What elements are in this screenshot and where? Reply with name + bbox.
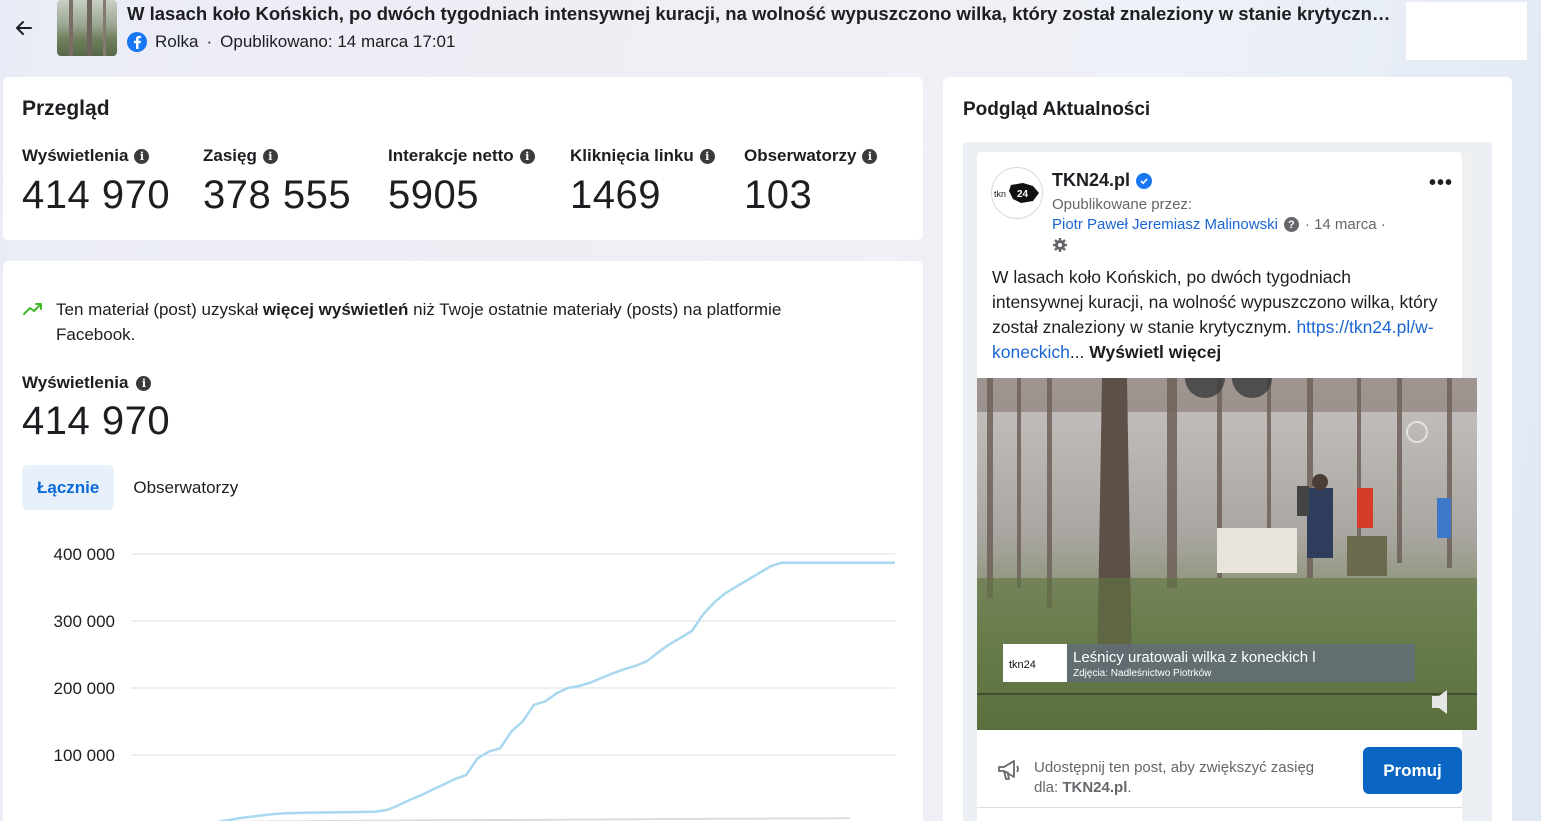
- overview-title: Przegląd: [22, 97, 110, 120]
- arrow-left-icon: [16, 21, 32, 35]
- question-icon[interactable]: ?: [1283, 217, 1299, 232]
- page-avatar[interactable]: tkn 24: [991, 167, 1043, 219]
- metric-followers: Obserwatorzy i 103: [744, 146, 878, 218]
- published-by-label: Opublikowane przez:: [1052, 196, 1193, 213]
- tab-followers[interactable]: Obserwatorzy: [118, 465, 253, 510]
- insight-message: Ten materiał (post) uzyskał więcej wyświ…: [22, 297, 842, 347]
- header-blank-area: [1406, 2, 1527, 60]
- views-value: 414 970: [22, 399, 171, 443]
- facebook-icon: [127, 32, 147, 52]
- trending-up-icon: [22, 297, 44, 347]
- metric-value: 1469: [570, 173, 661, 217]
- page-name[interactable]: TKN24.pl: [1052, 170, 1130, 191]
- y-tick-label: 200 000: [54, 679, 115, 698]
- views-label: Wyświetlenia: [22, 373, 129, 392]
- series-line-total[interactable]: [217, 561, 895, 821]
- post-meta: Rolka · Opublikowano: 14 marca 17:01: [127, 32, 455, 52]
- metric-views: Wyświetlenia i 414 970: [22, 146, 170, 218]
- verified-badge-icon: [1136, 172, 1153, 189]
- metric-reach: Zasięg i 378 555: [203, 146, 351, 218]
- back-button[interactable]: [10, 14, 38, 42]
- text-scrollbar[interactable]: [1462, 152, 1470, 378]
- preview-post: tkn 24 TKN24.pl Opublikowane przez: Piot…: [977, 152, 1477, 821]
- metric-label: Wyświetlenia: [22, 146, 129, 165]
- feed-preview-card: Podgląd Aktualności tkn 24 TKN24.pl Opub…: [943, 77, 1512, 821]
- views-line-chart: 100 000 200 000 300 000 400 000: [54, 545, 895, 821]
- metric-value: 103: [744, 173, 813, 217]
- metric-label: Zasięg: [203, 146, 257, 165]
- author-line: Piotr Paweł Jeremiasz Malinowski ? · 14 …: [1052, 216, 1386, 233]
- info-icon[interactable]: i: [519, 148, 535, 164]
- svg-text:tkn: tkn: [994, 189, 1006, 199]
- preview-frame: tkn 24 TKN24.pl Opublikowane przez: Piot…: [963, 142, 1492, 821]
- y-tick-label: 300 000: [54, 612, 115, 631]
- svg-text:Zdjęcia: Nadleśnictwo Piotrków: Zdjęcia: Nadleśnictwo Piotrków: [1073, 668, 1212, 679]
- metric-label: Interakcje netto: [388, 146, 514, 165]
- author-link[interactable]: Piotr Paweł Jeremiasz Malinowski: [1052, 216, 1278, 233]
- metric-value: 5905: [388, 173, 479, 217]
- gear-icon[interactable]: [1052, 237, 1068, 258]
- preview-title: Podgląd Aktualności: [963, 99, 1151, 120]
- post-type: Rolka: [155, 32, 199, 51]
- post-title: W lasach koło Końskich, po dwóch tygodni…: [127, 3, 1399, 24]
- see-more-link[interactable]: Wyświetl więcej: [1089, 342, 1221, 362]
- video-frame-image: tkn24 Leśnicy uratowali wilka z koneckic…: [977, 378, 1477, 730]
- overview-card: Przegląd Wyświetlenia i 414 970 Zasięg i 3…: [3, 77, 923, 240]
- metric-value: 414 970: [22, 173, 171, 217]
- tab-total[interactable]: Łącznie: [22, 465, 115, 510]
- post-thumbnail[interactable]: [57, 0, 117, 56]
- share-hint-text: Udostępnij ten post, aby zwiększyć zasię…: [1034, 759, 1315, 796]
- views-label-row: Wyświetlenia i: [22, 373, 152, 393]
- info-icon[interactable]: i: [262, 148, 278, 164]
- metric-link-clicks: Kliknięcia linku i 1469: [570, 146, 715, 218]
- svg-text:24: 24: [1017, 189, 1029, 200]
- y-tick-label: 400 000: [54, 545, 115, 564]
- svg-text:tkn24: tkn24: [1009, 659, 1036, 671]
- metric-label: Obserwatorzy: [744, 146, 857, 165]
- svg-text:Leśnicy uratowali wilka z kone: Leśnicy uratowali wilka z koneckich l: [1073, 649, 1316, 666]
- more-options-button[interactable]: •••: [1429, 172, 1453, 195]
- insight-text: Ten materiał (post) uzyskał więcej wyświ…: [56, 300, 782, 344]
- metric-label: Kliknięcia linku: [570, 146, 694, 165]
- metric-interactions: Interakcje netto i 5905: [388, 146, 535, 218]
- tkn24-logo-icon: tkn 24: [994, 183, 1039, 203]
- views-tabs: Łącznie Obserwatorzy: [22, 465, 253, 510]
- post-published: Opublikowano: 14 marca 17:01: [220, 32, 456, 51]
- views-card: Ten materiał (post) uzyskał więcej wyświ…: [3, 261, 923, 821]
- post-header: W lasach koło Końskich, po dwóch tygodni…: [0, 0, 1541, 70]
- divider: [977, 807, 1462, 808]
- info-icon[interactable]: i: [136, 375, 152, 391]
- share-hint: Udostępnij ten post, aby zwiększyć zasię…: [996, 758, 1336, 798]
- video-player[interactable]: tkn24 Leśnicy uratowali wilka z koneckic…: [977, 378, 1477, 730]
- promote-button[interactable]: Promuj: [1363, 747, 1462, 794]
- meta-separator: ·: [206, 32, 213, 51]
- megaphone-icon: [996, 758, 1022, 798]
- post-date: · 14 marca ·: [1304, 216, 1386, 233]
- info-icon[interactable]: i: [699, 148, 715, 164]
- post-text: W lasach koło Końskich, po dwóch tygodni…: [992, 267, 1438, 362]
- info-icon[interactable]: i: [134, 148, 150, 164]
- page-name-row: TKN24.pl: [1052, 170, 1153, 191]
- info-icon[interactable]: i: [862, 148, 878, 164]
- metric-value: 378 555: [203, 173, 352, 217]
- y-tick-label: 100 000: [54, 746, 115, 765]
